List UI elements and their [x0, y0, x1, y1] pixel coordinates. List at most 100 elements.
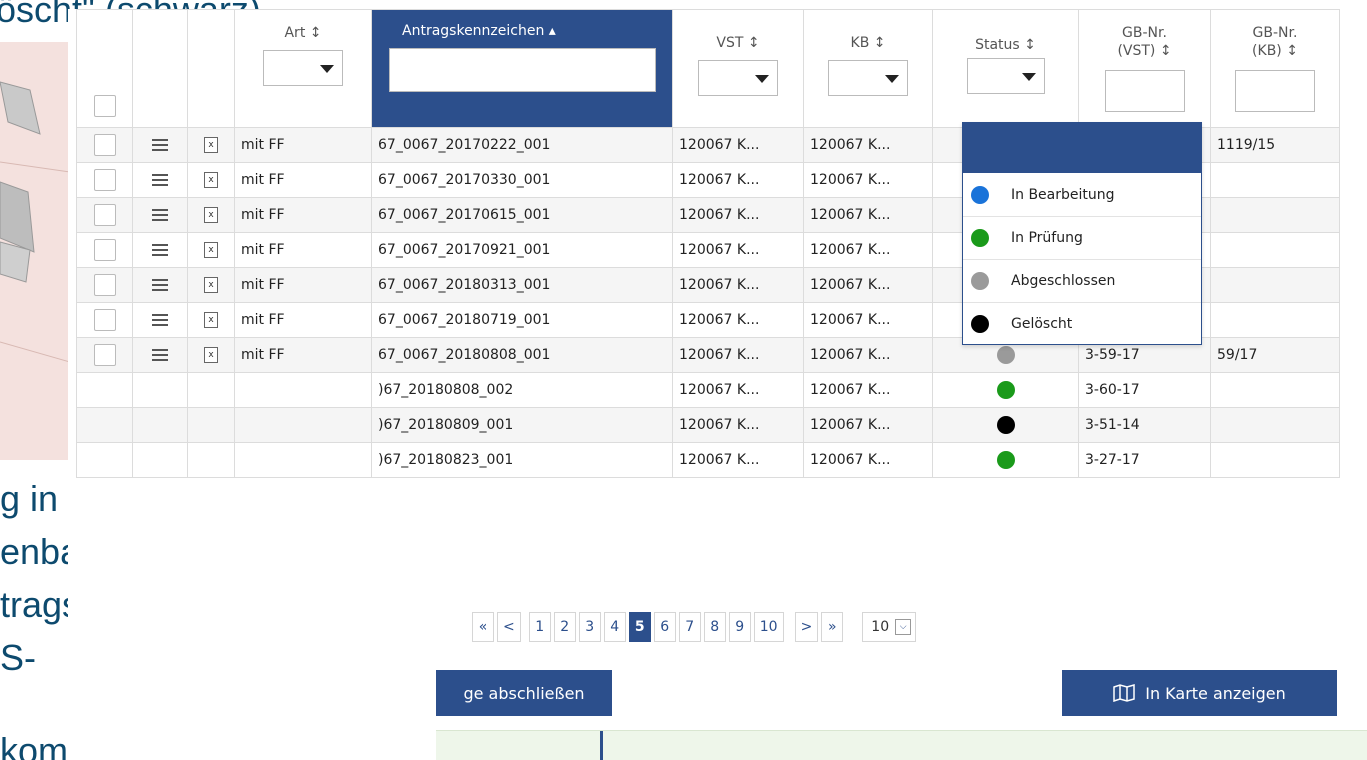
row-checkbox[interactable] — [93, 204, 116, 226]
status-option[interactable]: Abgeschlossen — [963, 259, 1201, 302]
cell-vst: 120067 K... — [672, 162, 804, 198]
page-number-button[interactable]: 8 — [703, 612, 726, 642]
excel-export-icon[interactable]: x — [204, 312, 218, 328]
row-export-cell: x — [187, 302, 235, 338]
table-row[interactable]: )67_20180809_001 120067 K... 120067 K... 3-… — [76, 407, 1340, 443]
cell-kb: 120067 K... — [803, 127, 933, 163]
page-number-button[interactable]: 3 — [578, 612, 601, 642]
list-icon[interactable] — [152, 279, 168, 291]
page-number-button[interactable]: 1 — [528, 612, 551, 642]
pagination: « < 1 2 3 4 5 6 7 8 9 10 > » 10 ⌵ — [472, 612, 917, 642]
antrag-filter-input[interactable] — [388, 48, 656, 92]
list-icon[interactable] — [152, 209, 168, 221]
row-select-cell — [76, 337, 133, 373]
status-dot-icon — [971, 272, 989, 290]
cell-vst: 120067 K... — [672, 127, 804, 163]
excel-export-icon[interactable]: x — [204, 242, 218, 258]
row-details-cell — [132, 197, 188, 233]
header-art[interactable]: Art ↕ — [234, 9, 372, 128]
header-gb-nr-kb[interactable]: GB-Nr. (KB) ↕ — [1210, 9, 1340, 128]
page-number-button[interactable]: 6 — [653, 612, 676, 642]
cell-gb-kb — [1210, 442, 1340, 478]
cell-antrag: )67_20180823_001 — [371, 442, 673, 478]
select-all-checkbox[interactable] — [93, 95, 116, 117]
header-status[interactable]: Status ↕ — [932, 9, 1079, 128]
page-number-button[interactable]: 2 — [553, 612, 576, 642]
cell-vst: 120067 K... — [672, 407, 804, 443]
map-icon — [1113, 684, 1135, 702]
row-checkbox[interactable] — [93, 274, 116, 296]
row-select-cell — [76, 162, 133, 198]
row-checkbox[interactable] — [93, 239, 116, 261]
cell-art: mit FF — [234, 337, 372, 373]
finish-applications-button[interactable]: ge abschließen — [436, 670, 612, 716]
table-header-row: Art ↕ Antragskennzeichen ▴ VST ↕ KB ↕ St… — [76, 9, 1340, 128]
page-last-button[interactable]: » — [821, 612, 844, 642]
gbvst-filter-input[interactable] — [1104, 70, 1185, 112]
list-icon[interactable] — [152, 139, 168, 151]
header-antragskennzeichen[interactable]: Antragskennzeichen ▴ — [371, 9, 673, 128]
splitter-handle[interactable] — [600, 731, 603, 760]
art-filter-select[interactable] — [263, 50, 343, 86]
list-icon[interactable] — [152, 174, 168, 186]
excel-export-icon[interactable]: x — [204, 207, 218, 223]
row-checkbox[interactable] — [93, 344, 116, 366]
header-gb-nr-vst[interactable]: GB-Nr. (VST) ↕ — [1078, 9, 1211, 128]
cell-antrag: 67_0067_20170330_001 — [371, 162, 673, 198]
table-row[interactable]: )67_20180808_002 120067 K... 120067 K... 3-… — [76, 372, 1340, 408]
cell-vst: 120067 K... — [672, 267, 804, 303]
header-antrag-label: Antragskennzeichen ▴ — [402, 23, 556, 39]
header-vst[interactable]: VST ↕ — [672, 9, 804, 128]
status-option[interactable]: In Bearbeitung — [963, 173, 1201, 216]
status-option-label: Abgeschlossen — [1011, 273, 1116, 289]
gbkb-filter-input[interactable] — [1235, 70, 1315, 112]
cell-art: mit FF — [234, 197, 372, 233]
map-button-label: In Karte anzeigen — [1145, 683, 1286, 703]
excel-export-icon[interactable]: x — [204, 347, 218, 363]
cell-status — [932, 407, 1079, 443]
cell-gb-kb — [1210, 267, 1340, 303]
list-icon[interactable] — [152, 314, 168, 326]
status-dropdown-header[interactable] — [963, 123, 1201, 173]
excel-export-icon[interactable]: x — [204, 277, 218, 293]
page-size-select[interactable]: 10 ⌵ — [862, 612, 917, 642]
row-details-cell — [132, 267, 188, 303]
list-icon[interactable] — [152, 244, 168, 256]
excel-export-icon[interactable]: x — [204, 137, 218, 153]
table-row[interactable]: )67_20180823_001 120067 K... 120067 K... 3-… — [76, 442, 1340, 478]
cell-art: mit FF — [234, 162, 372, 198]
page-first-button[interactable]: « — [472, 612, 494, 642]
status-option[interactable]: In Prüfung — [963, 216, 1201, 259]
cell-art — [234, 372, 372, 408]
row-select-cell — [76, 267, 133, 303]
cell-gb-kb: 59/17 — [1210, 337, 1340, 373]
page-number-button[interactable]: 9 — [728, 612, 751, 642]
show-in-map-button[interactable]: In Karte anzeigen — [1062, 670, 1337, 716]
status-option-label: In Bearbeitung — [1011, 186, 1115, 203]
excel-export-icon[interactable]: x — [204, 172, 218, 188]
cell-antrag: 67_0067_20180719_001 — [371, 302, 673, 338]
list-icon[interactable] — [152, 349, 168, 361]
row-checkbox[interactable] — [93, 134, 116, 156]
row-export-cell — [187, 407, 235, 443]
row-details-cell — [132, 302, 188, 338]
cell-gb-vst: 3-27-17 — [1078, 442, 1211, 478]
cell-art — [234, 407, 372, 443]
page-number-button[interactable]: 7 — [678, 612, 701, 642]
status-filter-select[interactable] — [966, 58, 1045, 94]
row-checkbox[interactable] — [93, 169, 116, 191]
page-prev-button[interactable]: < — [497, 612, 521, 642]
page-number-button[interactable]: 5 — [628, 612, 651, 642]
page-next-button[interactable]: > — [794, 612, 819, 642]
cell-kb: 120067 K... — [803, 337, 933, 373]
page-number-button[interactable]: 10 — [753, 612, 784, 642]
slide-text-line5: S- — [0, 637, 36, 678]
kb-filter-select[interactable] — [828, 60, 908, 96]
header-kb[interactable]: KB ↕ — [803, 9, 933, 128]
vst-filter-select[interactable] — [698, 60, 778, 96]
cell-status — [932, 372, 1079, 408]
cell-kb: 120067 K... — [803, 232, 933, 268]
status-option[interactable]: Gelöscht — [963, 302, 1201, 345]
page-number-button[interactable]: 4 — [603, 612, 626, 642]
row-checkbox[interactable] — [93, 309, 116, 331]
